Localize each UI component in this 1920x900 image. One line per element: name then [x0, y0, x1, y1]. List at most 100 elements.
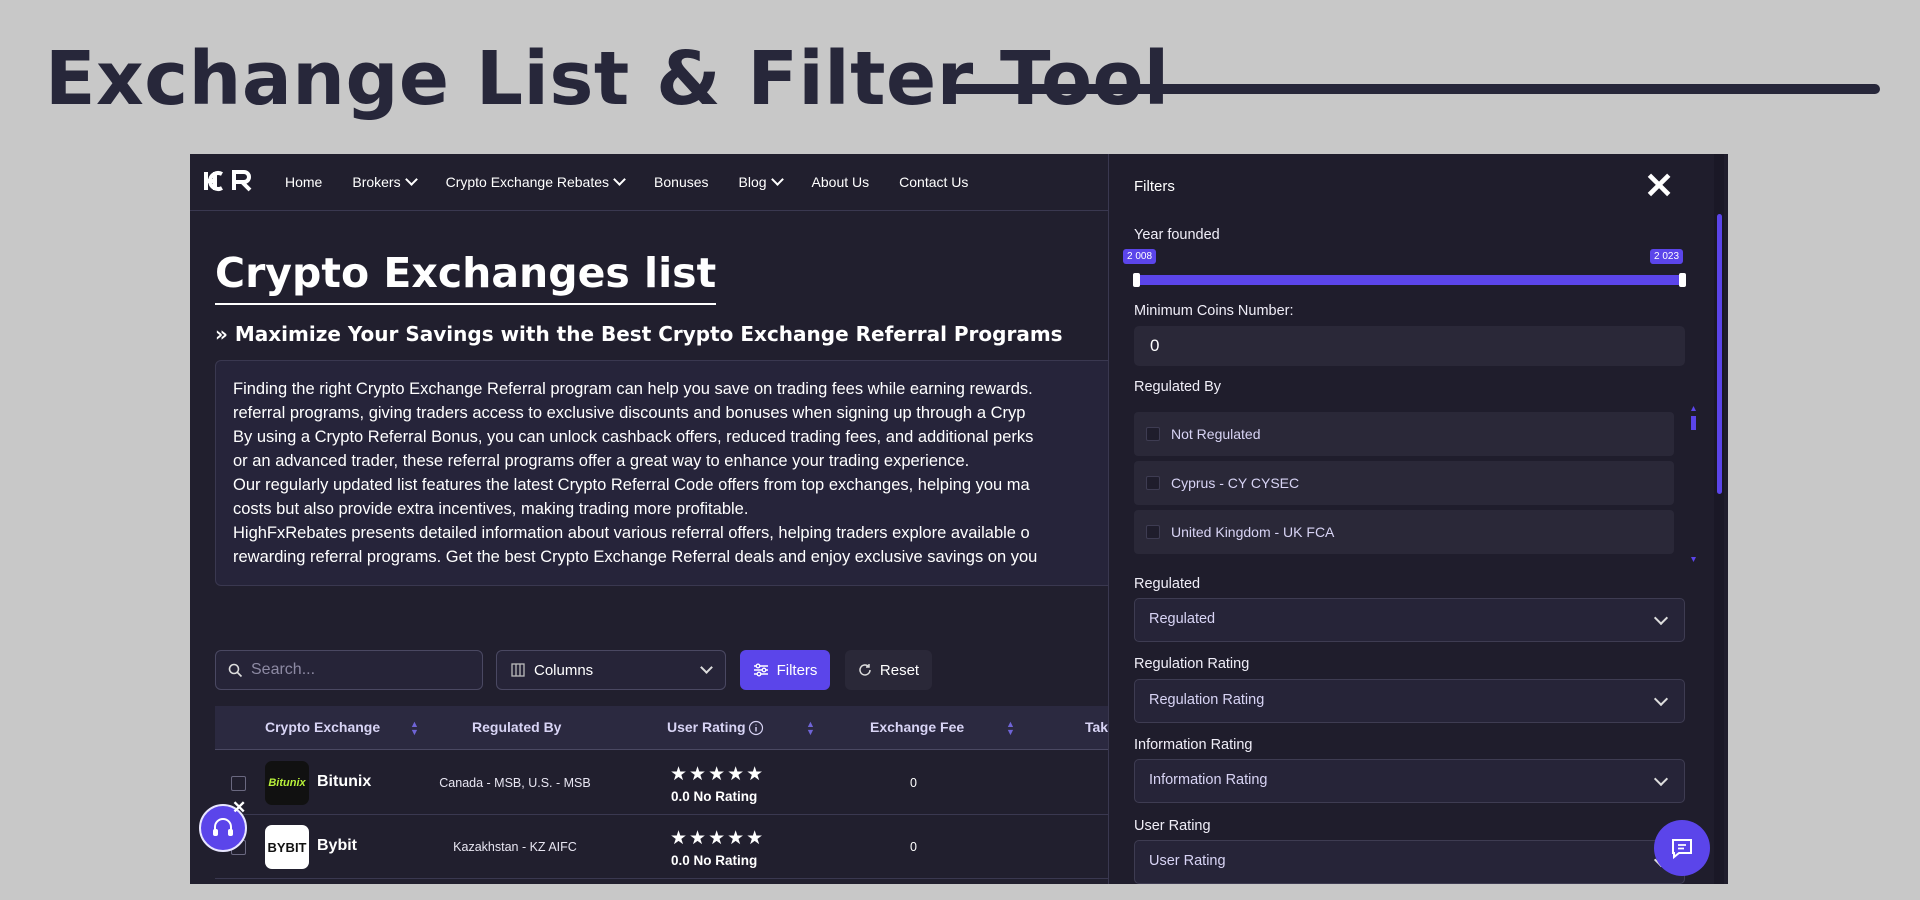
- site-logo[interactable]: [204, 168, 254, 196]
- year-max-tooltip: 2 023: [1650, 249, 1684, 264]
- page-title: Crypto Exchanges list: [215, 249, 717, 305]
- search-icon: [228, 663, 243, 677]
- chevron-down-icon: [1653, 691, 1669, 707]
- exchange-logo: BYBIT: [265, 825, 309, 869]
- regulated-select[interactable]: Regulated: [1134, 598, 1685, 642]
- exchange-logo: Bitunix: [265, 761, 309, 805]
- year-max-handle[interactable]: [1679, 273, 1686, 287]
- regulators-scrollbar[interactable]: [1691, 406, 1696, 562]
- search-placeholder: Search...: [251, 661, 316, 678]
- title-divider: [952, 84, 1880, 94]
- rating-value: 0.0 No Rating: [671, 853, 758, 868]
- intro-text-box: Finding the right Crypto Exchange Referr…: [215, 360, 1115, 586]
- star-rating: ★★★★★: [670, 764, 766, 785]
- website-screenshot: Home Brokers Crypto Exchange Rebates Bon…: [190, 154, 1728, 884]
- headset-icon: [213, 818, 233, 836]
- filters-label: Filters: [776, 661, 818, 679]
- col-crypto-exchange[interactable]: Crypto Exchange: [265, 719, 380, 735]
- exchange-fee-value: 0: [910, 776, 917, 790]
- page-subtitle: » Maximize Your Savings with the Best Cr…: [215, 322, 1063, 346]
- columns-icon: [511, 663, 525, 677]
- table-row[interactable]: BYBIT Bybit Kazakhstan - KZ AIFC ★★★★★ 0…: [215, 815, 1115, 879]
- regulator-option[interactable]: Cyprus - CY CYSEC: [1134, 461, 1674, 505]
- intro-line: or an advanced trader, these referral pr…: [233, 452, 970, 470]
- col-taker[interactable]: Tak: [1085, 719, 1108, 735]
- slide-title: Exchange List & Filter Tool: [45, 36, 1170, 122]
- intro-line: costs but also provide extra incentives,…: [233, 500, 749, 518]
- year-founded-label: Year founded: [1134, 227, 1220, 243]
- intro-line: By using a Crypto Referral Bonus, you ca…: [233, 428, 1034, 446]
- information-rating-label: Information Rating: [1134, 737, 1253, 753]
- chevron-down-icon: [700, 661, 713, 674]
- rating-value: 0.0 No Rating: [671, 789, 758, 804]
- regulated-label: Regulated: [1134, 576, 1201, 592]
- filters-button[interactable]: Filters: [740, 650, 830, 690]
- chat-button[interactable]: [1654, 820, 1710, 876]
- year-range-slider[interactable]: [1134, 275, 1685, 285]
- chevron-down-icon: [613, 173, 626, 186]
- user-rating-select[interactable]: User Rating: [1134, 840, 1685, 884]
- nav-contact-us[interactable]: Contact Us: [899, 174, 968, 190]
- regulator-option[interactable]: United Kingdom - UK FCA: [1134, 510, 1674, 554]
- regulation-rating-label: Regulation Rating: [1134, 656, 1250, 672]
- year-min-handle[interactable]: [1133, 273, 1140, 287]
- chevron-down-icon: [1653, 771, 1669, 787]
- table-row[interactable]: Bitunix Bitunix Canada - MSB, U.S. - MSB…: [215, 751, 1115, 815]
- panel-scrollbar-thumb[interactable]: [1717, 214, 1722, 494]
- chevron-down-icon: [404, 173, 418, 186]
- chevron-down-icon: [770, 173, 784, 186]
- columns-label: Columns: [534, 661, 594, 679]
- nav-bonuses[interactable]: Bonuses: [654, 174, 708, 190]
- info-icon[interactable]: [748, 720, 764, 736]
- checkbox[interactable]: [1146, 427, 1160, 441]
- intro-line: referral programs, giving traders access…: [233, 404, 1026, 422]
- star-rating: ★★★★★: [670, 828, 766, 849]
- sort-icon[interactable]: ▲ ▼: [1006, 720, 1015, 737]
- chevron-down-icon: [1653, 610, 1669, 626]
- regulator-option[interactable]: Not Regulated: [1134, 412, 1674, 456]
- nav-crypto-exchange-rebates[interactable]: Crypto Exchange Rebates: [446, 173, 626, 190]
- intro-line: HighFxRebates presents detailed informat…: [233, 524, 1030, 542]
- exchange-name[interactable]: Bitunix: [317, 773, 371, 791]
- reset-label: Reset: [879, 661, 920, 679]
- exchange-fee-value: 0: [910, 840, 917, 854]
- user-rating-label: User Rating: [1134, 818, 1211, 834]
- min-coins-label: Minimum Coins Number:: [1134, 303, 1294, 319]
- regulated-by-value: Kazakhstan - KZ AIFC: [453, 840, 577, 854]
- filters-title: Filters: [1134, 178, 1175, 195]
- col-exchange-fee[interactable]: Exchange Fee: [870, 719, 964, 735]
- regulators-list: Not Regulated Cyprus - CY CYSEC United K…: [1134, 412, 1674, 564]
- search-input[interactable]: Search...: [215, 650, 483, 690]
- nav-brokers[interactable]: Brokers: [352, 173, 418, 190]
- col-user-rating[interactable]: User Rating: [667, 719, 746, 735]
- checkbox[interactable]: [1146, 525, 1160, 539]
- intro-line: Our regularly updated list features the …: [233, 476, 1030, 494]
- refresh-icon: [859, 664, 871, 676]
- chat-icon: [1672, 839, 1692, 860]
- year-min-tooltip: 2 008: [1123, 249, 1157, 264]
- reset-button[interactable]: Reset: [845, 650, 932, 690]
- row-checkbox[interactable]: [231, 776, 246, 791]
- sort-icon[interactable]: ▲ ▼: [410, 720, 419, 737]
- checkbox[interactable]: [1146, 476, 1160, 490]
- intro-line: rewarding referral programs. Get the bes…: [233, 548, 1038, 566]
- regulated-by-label: Regulated By: [1134, 379, 1222, 395]
- top-navbar: Home Brokers Crypto Exchange Rebates Bon…: [190, 154, 1108, 211]
- exchange-name[interactable]: Bybit: [317, 837, 357, 855]
- sort-icon[interactable]: ▲ ▼: [806, 720, 815, 737]
- nav-about-us[interactable]: About Us: [812, 174, 870, 190]
- nav-blog[interactable]: Blog: [739, 173, 784, 190]
- intro-line: Finding the right Crypto Exchange Referr…: [233, 380, 1033, 398]
- regulated-by-value: Canada - MSB, U.S. - MSB: [439, 776, 591, 790]
- table-header: Crypto Exchange ▲ ▼ Regulated By User Rat…: [215, 706, 1115, 750]
- close-icon[interactable]: ✕: [232, 798, 246, 818]
- col-regulated-by[interactable]: Regulated By: [472, 719, 561, 735]
- columns-dropdown[interactable]: Columns: [496, 650, 726, 690]
- regulation-rating-select[interactable]: Regulation Rating: [1134, 679, 1685, 723]
- filters-panel: Filters ✕ Year founded 2 008 2 023 Minim…: [1108, 154, 1728, 884]
- close-icon[interactable]: ✕: [1644, 168, 1674, 204]
- sliders-icon: [753, 663, 768, 677]
- min-coins-input[interactable]: 0: [1134, 326, 1685, 366]
- information-rating-select[interactable]: Information Rating: [1134, 759, 1685, 803]
- nav-home[interactable]: Home: [285, 174, 322, 190]
